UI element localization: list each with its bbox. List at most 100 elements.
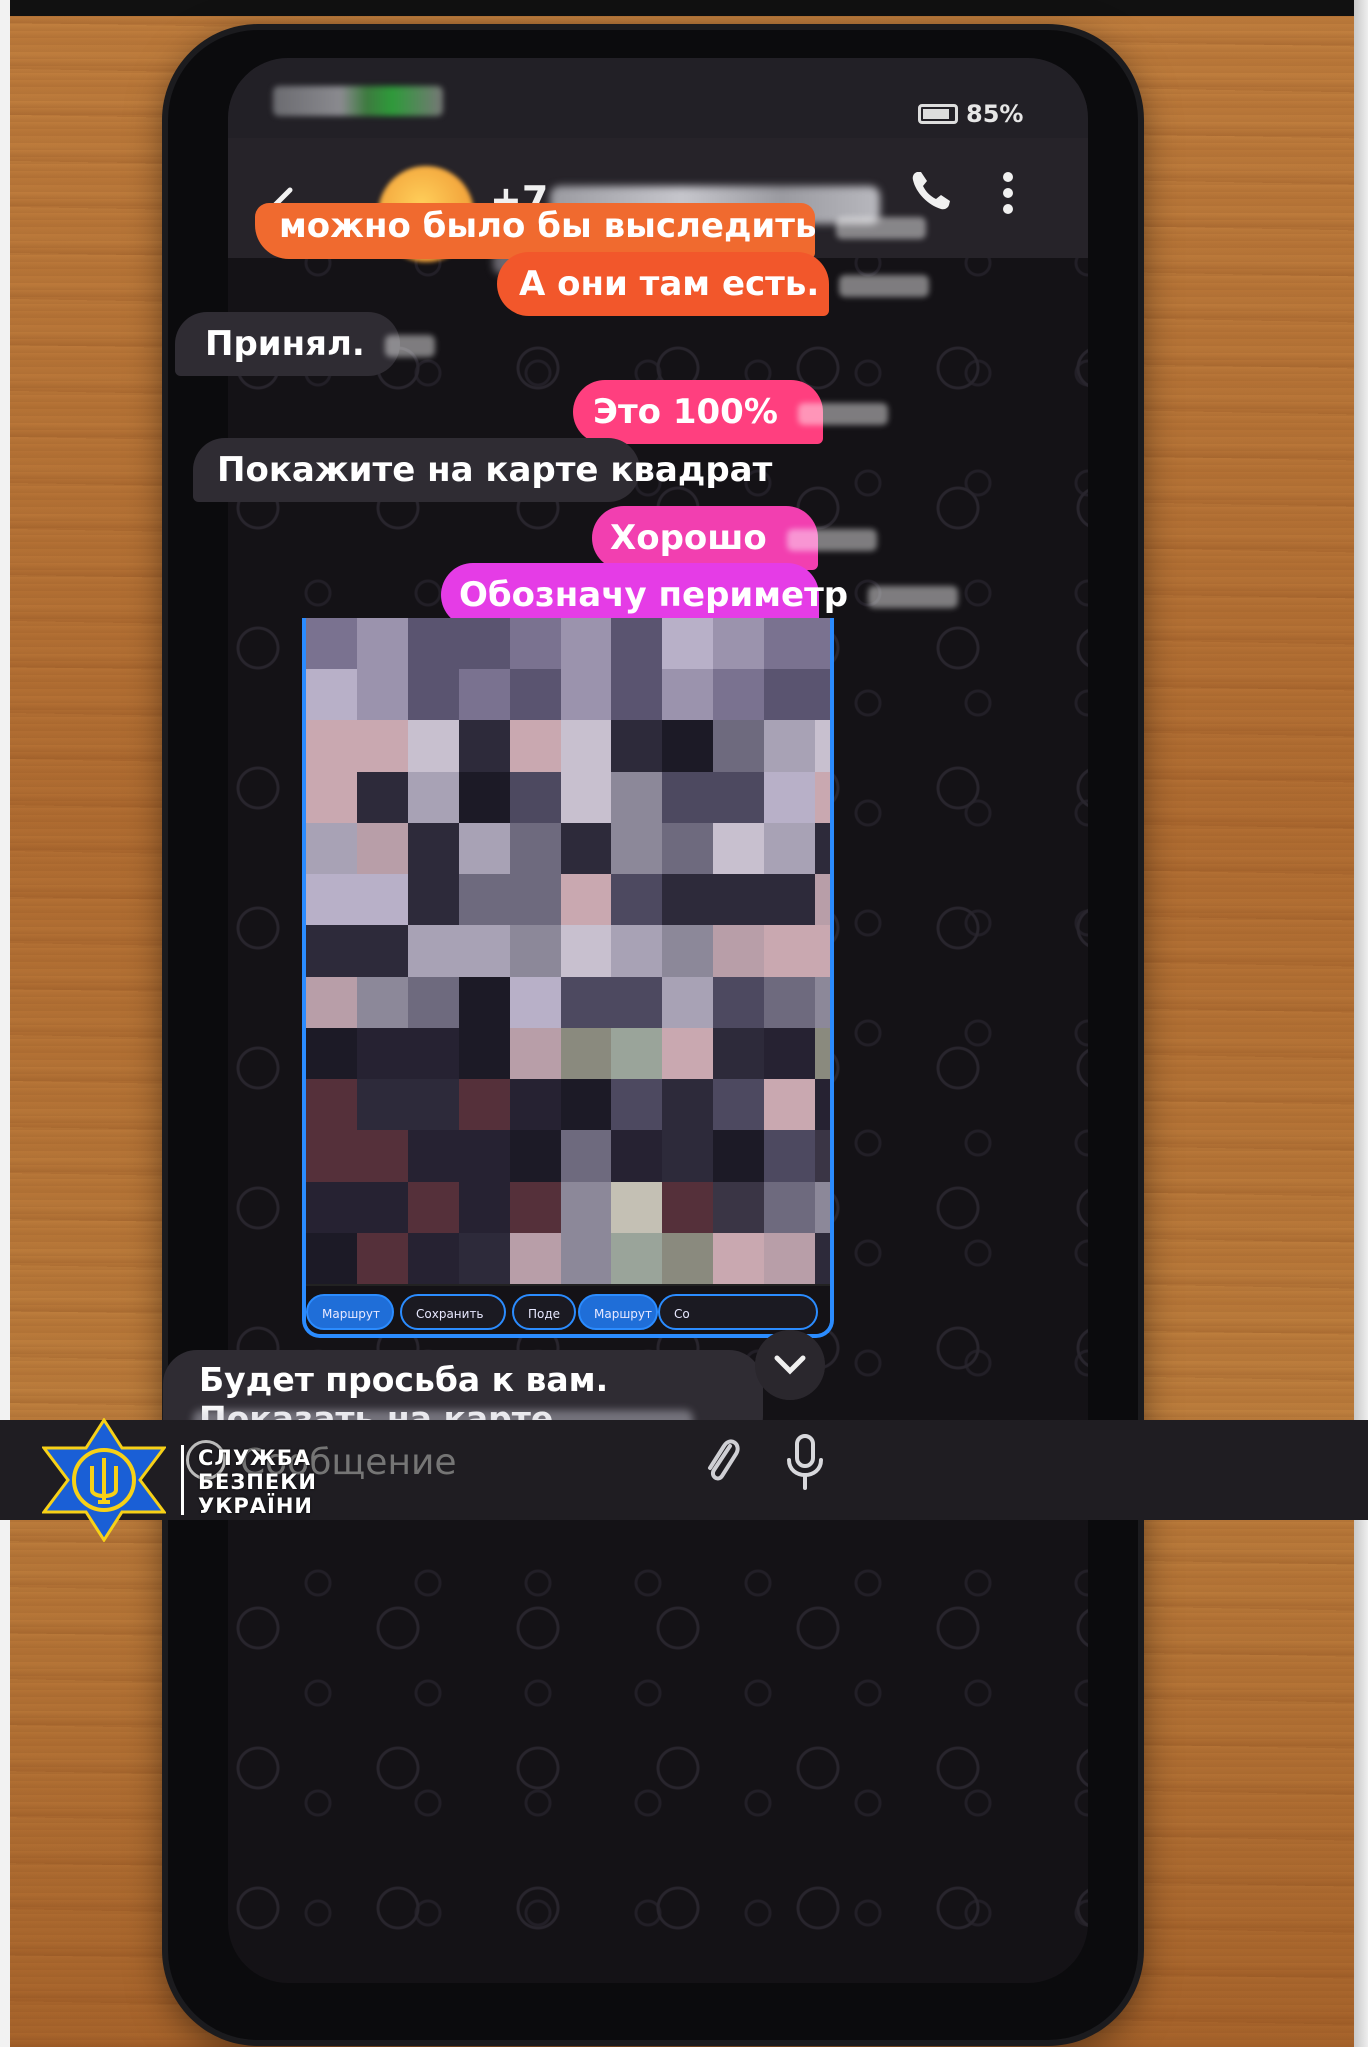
microphone-icon[interactable] xyxy=(785,1432,825,1492)
image-pixel xyxy=(306,1079,357,1131)
image-pixel xyxy=(764,669,816,721)
message-incoming[interactable]: Покажите на карте квадрат xyxy=(193,438,772,502)
image-pixel xyxy=(611,1027,663,1080)
status-bar: 85% xyxy=(228,58,1088,138)
image-pixel xyxy=(713,771,765,823)
image-pixel xyxy=(560,976,612,1028)
left-edge xyxy=(0,0,10,2047)
sbu-emblem-logo xyxy=(42,1418,166,1542)
image-pixel xyxy=(713,1232,765,1284)
message-outgoing[interactable]: можно было бы выследить xyxy=(255,203,927,259)
image-pixel xyxy=(713,925,765,977)
image-pixel xyxy=(611,874,663,926)
image-pixel xyxy=(306,976,357,1028)
image-pixel xyxy=(815,1181,830,1233)
image-pixel xyxy=(611,1130,663,1182)
image-pixel xyxy=(815,976,830,1028)
image-pixel xyxy=(662,976,714,1028)
image-pixel xyxy=(611,1079,663,1131)
image-pixel xyxy=(764,822,816,875)
image-pixel xyxy=(713,822,765,875)
image-pixel xyxy=(509,822,561,875)
image-pixel xyxy=(509,874,561,926)
image-pixel xyxy=(356,1181,408,1233)
image-pixel xyxy=(509,1181,561,1233)
image-pixel xyxy=(764,976,816,1028)
image-pixel xyxy=(764,1181,816,1233)
image-pixel xyxy=(407,874,459,926)
image-pixel xyxy=(662,669,714,721)
image-pixel xyxy=(560,1079,612,1131)
status-icons-blurred xyxy=(273,86,443,116)
image-pixel xyxy=(713,1079,765,1131)
message-outgoing[interactable]: А они там есть. xyxy=(497,252,930,316)
image-pixel xyxy=(611,720,663,772)
image-pixel xyxy=(713,720,765,772)
route-button[interactable]: Маршрут xyxy=(306,1294,394,1330)
image-pixel xyxy=(306,1181,357,1233)
image-pixel xyxy=(509,618,561,670)
image-pixel xyxy=(662,1027,714,1080)
image-pixel xyxy=(356,771,408,823)
image-pixel xyxy=(713,1027,765,1080)
image-pixel xyxy=(662,822,714,875)
map-screenshot-message[interactable]: Маршрут Сохранить Поде Маршрут Со xyxy=(302,618,834,1338)
image-pixel xyxy=(815,874,830,926)
image-pixel xyxy=(815,1027,830,1080)
image-pixel xyxy=(458,669,510,721)
image-pixel xyxy=(764,618,816,670)
message-incoming[interactable]: Принял. xyxy=(175,312,435,376)
image-pixel xyxy=(356,822,408,875)
image-pixel xyxy=(306,618,357,670)
image-pixel xyxy=(509,1232,561,1284)
message-outgoing[interactable]: Хорошо xyxy=(592,506,877,570)
image-pixel xyxy=(764,771,816,823)
image-pixel xyxy=(407,1232,459,1284)
image-pixel xyxy=(764,1079,816,1131)
image-pixel xyxy=(458,976,510,1028)
message-time-blurred xyxy=(797,402,888,425)
image-pixel xyxy=(458,618,510,670)
image-pixel xyxy=(356,976,408,1028)
battery-level: 85% xyxy=(966,100,1024,128)
save-button-secondary[interactable]: Со xyxy=(658,1294,818,1330)
share-button[interactable]: Поде xyxy=(512,1294,576,1330)
image-pixel xyxy=(560,1232,612,1284)
image-pixel xyxy=(509,925,561,977)
image-pixel xyxy=(458,1232,510,1284)
image-pixel xyxy=(611,618,663,670)
image-pixel xyxy=(509,771,561,823)
image-pixel xyxy=(458,822,510,875)
message-time-blurred xyxy=(839,274,930,297)
image-pixel xyxy=(611,1181,663,1233)
image-pixel xyxy=(356,669,408,721)
image-pixel xyxy=(306,1130,357,1182)
image-pixel xyxy=(662,925,714,977)
message-time-blurred xyxy=(384,334,435,357)
message-time-blurred xyxy=(836,216,927,239)
image-pixel xyxy=(407,720,459,772)
image-pixel xyxy=(560,669,612,721)
image-pixel xyxy=(662,771,714,823)
image-pixel xyxy=(356,1232,408,1284)
image-pixel xyxy=(306,1027,357,1080)
image-pixel xyxy=(662,1130,714,1182)
route-button-secondary[interactable]: Маршрут xyxy=(578,1294,658,1330)
scroll-down-button[interactable] xyxy=(755,1330,825,1400)
image-pixel xyxy=(764,1232,816,1284)
image-pixel xyxy=(662,1181,714,1233)
sbu-divider xyxy=(181,1445,184,1515)
message-outgoing[interactable]: Это 100% xyxy=(573,380,888,444)
paperclip-icon[interactable] xyxy=(700,1432,744,1488)
save-button[interactable]: Сохранить xyxy=(400,1294,506,1330)
message-time-blurred xyxy=(786,528,877,551)
image-pixel xyxy=(306,771,357,823)
more-vert-icon[interactable] xyxy=(998,170,1018,216)
image-pixel xyxy=(458,720,510,772)
phone-icon[interactable] xyxy=(908,168,954,214)
image-pixel xyxy=(356,874,408,926)
image-pixel xyxy=(764,874,816,926)
image-pixel xyxy=(611,771,663,823)
image-pixel xyxy=(407,1130,459,1182)
image-pixel xyxy=(509,1027,561,1080)
